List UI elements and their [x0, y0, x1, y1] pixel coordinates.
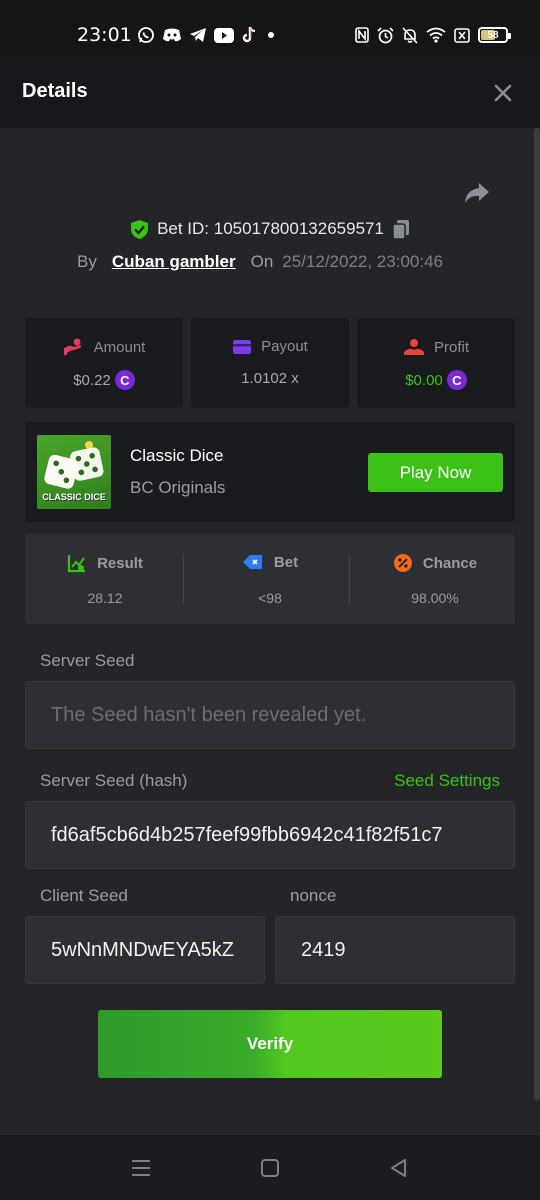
verified-shield-icon — [131, 219, 149, 239]
nonce-label: nonce — [290, 886, 337, 905]
game-name: Classic Dice — [130, 446, 224, 465]
bet-value: <98 — [258, 590, 282, 606]
profit-value: $0.00 — [405, 371, 443, 389]
play-now-button[interactable]: Play Now — [368, 453, 503, 492]
whatsapp-icon — [137, 26, 155, 44]
mute-icon — [402, 26, 418, 44]
client-seed-label: Client Seed — [40, 886, 128, 905]
bet-label: Bet — [273, 553, 299, 571]
youtube-icon — [214, 27, 234, 43]
copy-icon — [392, 219, 409, 240]
share-icon — [465, 183, 489, 203]
result-column: Result 28.12 — [25, 534, 185, 624]
battery-level: 58 — [487, 29, 499, 41]
profit-icon — [403, 339, 424, 355]
result-value: 28.12 — [87, 590, 123, 606]
scrollbar[interactable] — [534, 128, 540, 1100]
amount-value: $0.22 — [73, 371, 111, 389]
chance-label: Chance — [422, 554, 478, 572]
wallet-icon — [233, 339, 252, 354]
bet-id: Bet ID: 105017800132659571 — [157, 219, 384, 238]
wifi-icon — [426, 27, 446, 43]
client-seed-field[interactable]: 5wNnMNDwEYA5kZ — [25, 916, 265, 984]
percent-icon — [393, 554, 412, 572]
bet-column: Bet <98 — [190, 534, 350, 624]
sim-icon — [454, 27, 470, 43]
profit-card: Profit $0.00 C — [357, 318, 515, 408]
bet-tag-icon — [242, 555, 262, 569]
result-label: Result — [97, 554, 143, 572]
game-provider: BC Originals — [130, 478, 226, 497]
coin-icon: C — [446, 370, 467, 390]
back-button[interactable] — [386, 1155, 412, 1181]
alarm-icon — [377, 26, 394, 44]
page-title: Details — [22, 80, 88, 102]
game-thumb-label: CLASSIC DICE — [42, 492, 106, 502]
on-label: On — [250, 252, 274, 271]
close-icon — [494, 84, 512, 102]
discord-icon — [162, 27, 182, 43]
copy-button[interactable] — [392, 219, 410, 240]
divider — [183, 554, 184, 604]
divider — [349, 554, 350, 604]
bet-id-row: Bet ID: 105017800132659571 — [0, 214, 540, 244]
game-card: CLASSIC DICE Classic Dice BC Originals P… — [25, 422, 515, 522]
details-header: Details — [0, 58, 540, 128]
system-nav-bar — [0, 1134, 540, 1200]
chance-column: Chance 98.00% — [355, 534, 515, 624]
payout-label: Payout — [261, 338, 308, 355]
home-square-icon — [261, 1159, 279, 1177]
battery-icon: 58 — [478, 27, 511, 43]
status-system-icons: 58 — [355, 25, 511, 45]
menu-icon — [132, 1160, 150, 1176]
server-seed-hash-field[interactable]: fd6af5cb6d4b257feef99fbb6942c41f82f51c7 — [25, 801, 515, 869]
bet-date: 25/12/2022, 23:00:46 — [282, 252, 443, 271]
status-app-icons — [137, 25, 278, 45]
result-chart-icon — [67, 555, 86, 573]
nonce-field[interactable]: 2419 — [275, 916, 515, 984]
profit-label: Profit — [433, 338, 469, 356]
payout-value: 1.0102 x — [241, 370, 299, 387]
verify-button[interactable]: Verify — [98, 1010, 442, 1078]
username-link[interactable]: Cuban gambler — [112, 252, 236, 272]
amount-card: Amount $0.22 C — [25, 318, 183, 408]
share-button[interactable] — [462, 178, 492, 208]
home-button[interactable] — [257, 1155, 283, 1181]
details-content: Bet ID: 105017800132659571 By Cuban gamb… — [0, 128, 540, 1134]
chance-value: 98.00% — [411, 590, 459, 606]
nfc-icon — [355, 27, 369, 43]
server-seed-field[interactable]: The Seed hasn't been revealed yet. — [25, 681, 515, 749]
server-seed-label: Server Seed — [40, 651, 135, 670]
seed-settings-link[interactable]: Seed Settings — [394, 771, 500, 791]
status-bar: 23:01 58 — [0, 0, 540, 58]
recent-apps-button[interactable] — [128, 1155, 154, 1181]
close-button[interactable] — [488, 78, 518, 108]
tiktok-icon — [241, 26, 257, 44]
game-thumbnail[interactable]: CLASSIC DICE — [37, 435, 111, 509]
dot-icon — [264, 28, 278, 42]
back-triangle-icon — [391, 1159, 406, 1177]
server-seed-hash-label: Server Seed (hash) — [40, 771, 188, 790]
bet-author-row: By Cuban gambler On 25/12/2022, 23:00:46 — [77, 250, 443, 274]
coin-icon: C — [114, 370, 135, 390]
by-label: By — [77, 252, 97, 271]
result-card: Result 28.12 Bet <98 Chance 98.00% — [25, 534, 515, 624]
telegram-icon — [189, 27, 207, 43]
payout-card: Payout 1.0102 x — [191, 318, 349, 408]
amount-icon — [63, 338, 81, 355]
amount-label: Amount — [93, 338, 146, 356]
status-time: 23:01 — [77, 24, 132, 46]
